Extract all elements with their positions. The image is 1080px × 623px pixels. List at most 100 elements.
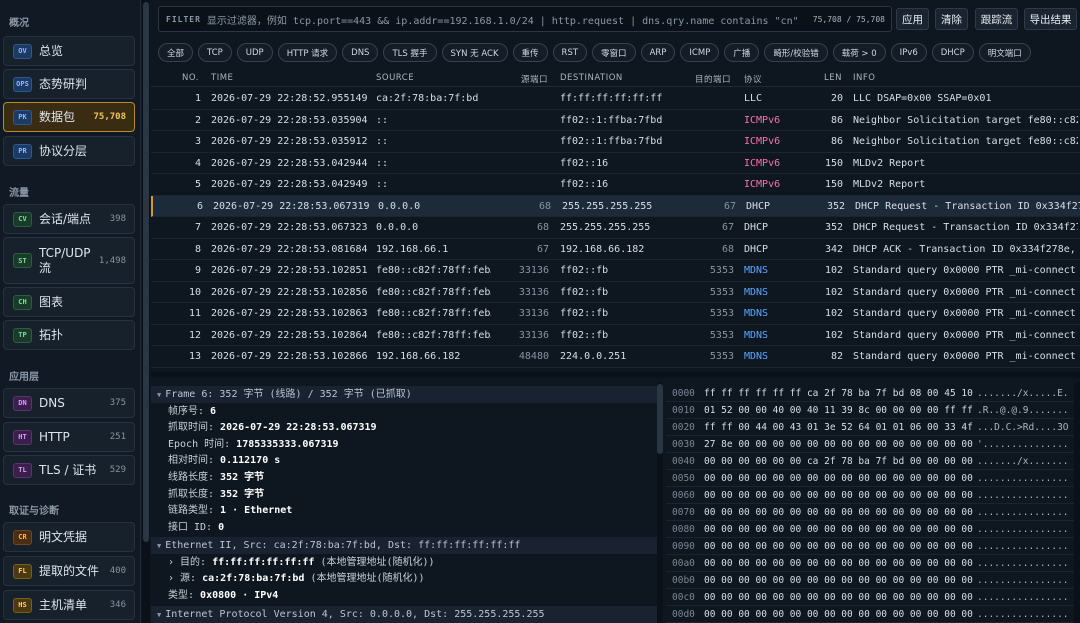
scrollbar-thumb[interactable] [657,384,663,454]
filter-chip[interactable]: 畸形/校验错 [764,43,828,62]
filter-chip[interactable]: DHCP [931,43,974,62]
detail-scrollbar[interactable] [657,382,663,623]
sidebar-item-ht[interactable]: HT HTTP 251 [3,422,135,452]
frame-section[interactable]: ▼ Frame 6: 352 字节 (线路) / 352 字节 (已抓取) [151,386,657,403]
col-source[interactable]: SOURCE [376,73,414,83]
frame-field[interactable]: 抓取长度: 352 字节 [168,487,264,503]
export-results-button[interactable]: 导出结果 [1024,8,1077,30]
filter-chip[interactable]: ICMP [680,43,720,62]
table-row[interactable]: 2 2026-07-29 22:28:53.035904:: ff02::1:ffb… [151,110,1080,131]
sidebar-item-tl[interactable]: TL TLS / 证书 529 [3,455,135,485]
sidebar-item-ov[interactable]: OV 总览 [3,36,135,66]
filter-chip[interactable]: SYN 无 ACK [441,43,508,62]
sidebar-item-cr[interactable]: CR 明文凭据 [3,522,135,552]
hex-row[interactable]: 0020 ff ff 00 44 00 43 01 3e 52 64 01 01 … [666,419,1080,436]
frame-field[interactable]: 接口 ID: 0 [168,520,224,536]
col-protocol[interactable]: 协议 [744,73,762,85]
hex-row[interactable]: 0050 00 00 00 00 00 00 00 00 00 00 00 00 … [666,470,1080,487]
ethernet-field[interactable]: › 源: ca:2f:78:ba:7f:bd (本地管理地址(随机化)) [168,571,425,587]
hex-row[interactable]: 0000 ff ff ff ff ff ff ca 2f 78 ba 7f bd … [666,385,1080,402]
table-row[interactable]: 5 2026-07-29 22:28:53.042949:: ff02::16 ICM… [151,174,1080,196]
ipv4-section[interactable]: ▼ Internet Protocol Version 4, Src: 0.0.0… [151,605,657,623]
sidebar-item-cv[interactable]: CV 会话/端点 398 [3,204,135,234]
hex-row[interactable]: 0010 01 52 00 00 40 00 40 11 39 8c 00 00 … [666,402,1080,419]
table-row[interactable]: 9 2026-07-29 22:28:53.102851 fe80::c82f:78… [151,260,1080,282]
sidebar-item-dn[interactable]: DN DNS 375 [3,388,135,418]
hex-row[interactable]: 0030 27 8e 00 00 00 00 00 00 00 00 00 00 … [666,436,1080,453]
ethernet-section[interactable]: ▼ Ethernet II, Src: ca:2f:78:ba:7f:bd, Ds… [151,537,657,555]
sidebar-scrollbar[interactable] [142,0,150,623]
sidebar-item-tp[interactable]: TP 拓扑 [3,320,135,350]
hex-row[interactable]: 0090 00 00 00 00 00 00 00 00 00 00 00 00 … [666,538,1080,555]
filter-chip[interactable]: ARP [640,43,676,62]
hex-row[interactable]: 00a0 00 00 00 00 00 00 00 00 00 00 00 00 … [666,555,1080,572]
col-sport[interactable]: 源端口 [521,73,548,85]
filter-chip[interactable]: DNS [342,43,379,62]
filter-chip[interactable]: UDP [236,43,273,62]
clear-button[interactable]: 清除 [935,8,968,30]
hex-row[interactable]: 0070 00 00 00 00 00 00 00 00 00 00 00 00 … [666,504,1080,521]
frame-field[interactable]: 线路长度: 352 字节 [168,470,264,486]
table-row[interactable]: 11 2026-07-29 22:28:53.102863 fe80::c82f:7… [151,303,1080,325]
packet-list-hscrollbar[interactable] [151,372,1080,378]
filter-chip[interactable]: HTTP 请求 [277,43,338,62]
hex-row[interactable]: 0080 00 00 00 00 00 00 00 00 00 00 00 00 … [666,521,1080,538]
filter-chip[interactable]: 明文端口 [978,43,1031,62]
filter-chip[interactable]: IPv6 [890,43,927,62]
sidebar-item-fl[interactable]: FL 提取的文件 400 [3,556,135,586]
ethernet-field[interactable]: 类型: 0x0800 · IPv4 [168,588,278,604]
scrollbar-thumb[interactable] [143,2,149,542]
hex-offset: 0010 [672,405,695,416]
table-row[interactable]: 4 2026-07-29 22:28:53.042944:: ff02::16 ICM… [151,153,1080,174]
filter-chip[interactable]: 全部 [158,43,194,62]
filter-chip[interactable]: TCP [198,43,232,62]
frame-field[interactable]: 抓取时间: 2026-07-29 22:28:53.067319 [168,420,377,436]
hex-row[interactable]: 00b0 00 00 00 00 00 00 00 00 00 00 00 00 … [666,572,1080,589]
table-row[interactable]: 6 2026-07-29 22:28:53.067319 0.0.0.0 68 255.… [151,195,1080,217]
filter-chip[interactable]: 广播 [724,43,760,62]
hex-row[interactable]: 00c0 00 00 00 00 00 00 00 00 00 00 00 00 … [666,589,1080,606]
col-no[interactable]: NO. [182,73,199,83]
frame-field[interactable]: Epoch 时间: 1785335333.067319 [168,437,339,453]
nav-badge-icon: HS [13,597,32,613]
field-key: 线路长度: [168,471,221,483]
nav-badge-icon: ST [13,253,32,268]
sidebar-item-pr[interactable]: PR 协议分层 [3,136,135,166]
filter-chip[interactable]: 重传 [512,43,548,62]
sidebar-item-hs[interactable]: HS 主机清单 346 [3,590,135,620]
filter-chip[interactable]: RST [552,43,588,62]
table-row[interactable]: 8 2026-07-29 22:28:53.081684 192.168.66.1 6… [151,239,1080,260]
hex-offset: 00b0 [672,575,695,586]
table-row[interactable]: 3 2026-07-29 22:28:53.035912:: ff02::1:ffb… [151,131,1080,153]
col-destination[interactable]: DESTINATION [560,73,623,83]
frame-field[interactable]: 相对时间: 0.112170 s [168,453,280,469]
sidebar-item-st[interactable]: ST TCP/UDP 流 1,498 [3,237,135,284]
col-length[interactable]: LEN [824,73,842,83]
table-row[interactable]: 7 2026-07-29 22:28:53.067323 0.0.0.0 68 255.… [151,217,1080,239]
col-time[interactable]: TIME [211,73,233,83]
table-row[interactable]: 10 2026-07-29 22:28:53.102856 fe80::c82f:7… [151,282,1080,303]
filter-chip[interactable]: 载荷 > 0 [832,43,886,62]
apply-button[interactable]: 应用 [896,8,929,30]
hex-scrollbar[interactable] [1074,382,1080,623]
table-row[interactable]: 12 2026-07-29 22:28:53.102864 fe80::c82f:7… [151,325,1080,346]
filter-chip[interactable]: TLS 握手 [383,43,437,62]
sidebar-item-count: 75,708 [93,112,126,122]
filter-chip[interactable]: 零窗口 [592,43,636,62]
display-filter-input[interactable]: FILTER 显示过滤器，例如 tcp.port==443 && ip.addr… [158,6,892,32]
follow-stream-button[interactable]: 跟踪流 [975,8,1018,30]
hex-row[interactable]: 00d0 00 00 00 00 00 00 00 00 00 00 00 00 … [666,606,1080,623]
hex-row[interactable]: 0060 00 00 00 00 00 00 00 00 00 00 00 00 … [666,487,1080,504]
table-row[interactable]: 1 2026-07-29 22:28:52.955149 ca:2f:78:ba:7… [151,88,1080,110]
col-dport[interactable]: 目的端口 [695,73,731,85]
table-row[interactable]: 13 2026-07-29 22:28:53.102866 192.168.66.1… [151,346,1080,368]
field-value: 0x0800 · IPv4 [200,590,279,601]
sidebar-item-ch[interactable]: CH 图表 [3,287,135,317]
ethernet-field[interactable]: › 目的: ff:ff:ff:ff:ff:ff (本地管理地址(随机化)) [168,555,435,571]
col-info[interactable]: INFO [853,73,875,83]
sidebar-item-ops[interactable]: OPS 态势研判 [3,69,135,99]
hex-row[interactable]: 0040 00 00 00 00 00 00 ca 2f 78 ba 7f bd … [666,453,1080,470]
frame-field[interactable]: 链路类型: 1 · Ethernet [168,503,292,519]
frame-field[interactable]: 帧序号: 6 [168,404,216,420]
sidebar-item-pk[interactable]: PK 数据包 75,708 [3,102,135,132]
